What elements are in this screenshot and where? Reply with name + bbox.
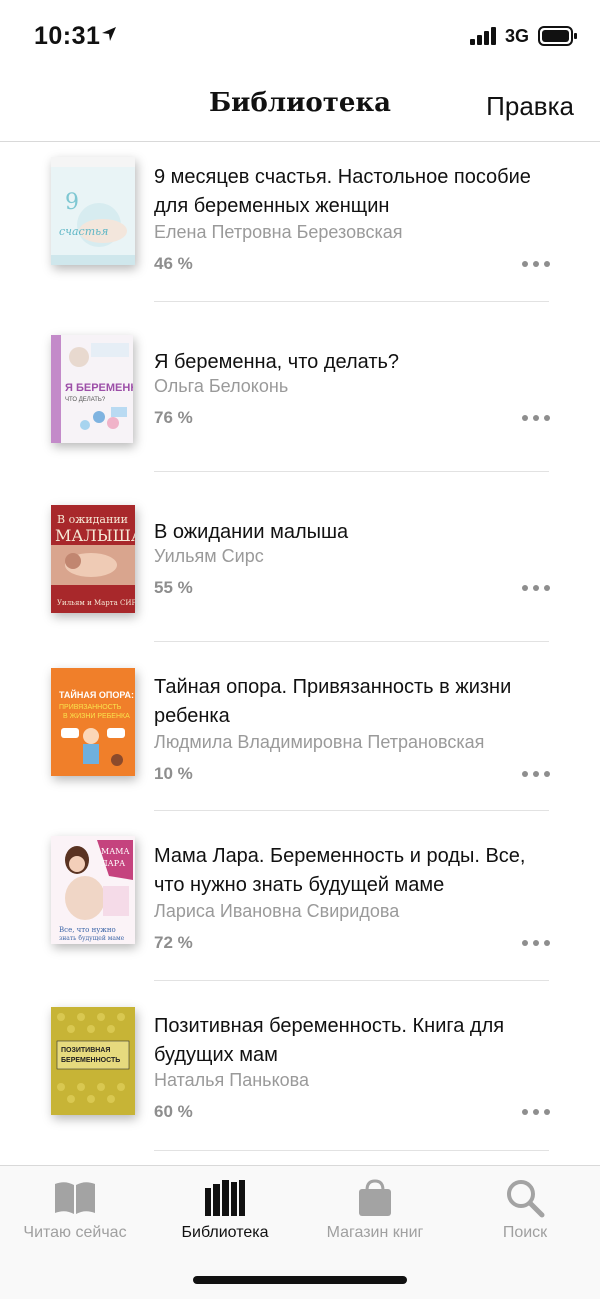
home-indicator[interactable]: [193, 1276, 407, 1284]
book-cover[interactable]: ТАЙНАЯ ОПОРА: ПРИВЯЗАННОСТЬ В ЖИЗНИ РЕБЕ…: [51, 668, 135, 776]
library-icon: [203, 1178, 247, 1223]
status-bar: 10:31 3G: [0, 0, 600, 72]
status-time: 10:31: [34, 22, 101, 50]
edit-button[interactable]: Правка: [486, 91, 574, 122]
divider: [154, 1150, 549, 1151]
svg-text:МАМА: МАМА: [101, 847, 130, 856]
book-progress: 60 %: [154, 1102, 193, 1121]
book-cover[interactable]: 9 счастья: [51, 157, 135, 265]
network-type: 3G: [505, 26, 530, 46]
tab-label: Поиск: [502, 1224, 548, 1241]
book-title: В ожидании малыша: [154, 521, 349, 543]
book-title: Я беременна, что делать?: [154, 351, 400, 373]
book-cover[interactable]: В ожидании МАЛЫША Уильям и Марта СИРС: [51, 505, 135, 613]
svg-text:ПРИВЯЗАННОСТЬ: ПРИВЯЗАННОСТЬ: [59, 704, 122, 711]
svg-text:9: 9: [65, 190, 79, 215]
tab-label: Магазин книг: [326, 1224, 424, 1241]
svg-text:знать будущей маме: знать будущей маме: [59, 935, 125, 942]
svg-text:ЧТО ДЕЛАТЬ?: ЧТО ДЕЛАТЬ?: [65, 397, 106, 403]
svg-text:Все, что нужно: Все, что нужно: [59, 926, 116, 934]
divider: [154, 471, 549, 472]
book-author: Лариса Ивановна Свиридова: [154, 901, 400, 921]
more-options-icon[interactable]: [520, 767, 552, 781]
book-progress: 46 %: [154, 254, 193, 273]
book-author: Ольга Белоконь: [154, 376, 289, 396]
book-author: Уильям Сирс: [154, 546, 264, 566]
tab-library[interactable]: Библиотека: [150, 1166, 300, 1256]
book-item[interactable]: 9 счастья 9 месяцев счастья. Настольное …: [0, 141, 600, 311]
svg-text:ЛАРА: ЛАРА: [101, 859, 125, 868]
tab-label: Читаю сейчас: [23, 1224, 127, 1241]
book-title: 9 месяцев счастья. Настольное пособие дл…: [154, 166, 531, 217]
book-cover[interactable]: МАМА ЛАРА Все, что нужно знать будущей м…: [51, 836, 135, 944]
book-item[interactable]: ТАЙНАЯ ОПОРА: ПРИВЯЗАННОСТЬ В ЖИЗНИ РЕБЕ…: [0, 651, 600, 821]
svg-text:счастья: счастья: [59, 225, 108, 238]
book-item[interactable]: МАМА ЛАРА Все, что нужно знать будущей м…: [0, 820, 600, 990]
divider: [154, 301, 549, 302]
navigation-bar: Библиотека Правка: [0, 72, 600, 142]
book-progress: 10 %: [154, 764, 193, 783]
divider: [154, 810, 549, 811]
open-book-icon: [52, 1178, 98, 1221]
svg-text:МАЛЫША: МАЛЫША: [55, 526, 135, 545]
svg-text:В ожидании: В ожидании: [57, 513, 128, 526]
svg-text:Уильям и Марта СИРС: Уильям и Марта СИРС: [57, 599, 135, 607]
divider: [154, 641, 549, 642]
book-title: Тайная опора. Привязанность в жизни ребе…: [154, 676, 512, 727]
book-item[interactable]: В ожидании МАЛЫША Уильям и Марта СИРС В …: [0, 481, 600, 651]
tab-book-store[interactable]: Магазин книг: [300, 1166, 450, 1256]
tab-label: Библиотека: [181, 1224, 269, 1241]
svg-text:ТАЙНАЯ ОПОРА:: ТАЙНАЯ ОПОРА:: [59, 689, 134, 700]
tab-search[interactable]: Поиск: [450, 1166, 600, 1256]
book-author: Людмила Владимировна Петрановская: [154, 732, 485, 752]
more-options-icon[interactable]: [520, 581, 552, 595]
svg-text:В ЖИЗНИ РЕБЕНКА: В ЖИЗНИ РЕБЕНКА: [63, 713, 130, 720]
book-title: Позитивная беременность. Книга для будущ…: [154, 1015, 505, 1066]
book-progress: 55 %: [154, 578, 193, 597]
more-options-icon[interactable]: [520, 936, 552, 950]
book-progress: 76 %: [154, 408, 193, 427]
book-author: Наталья Панькова: [154, 1070, 310, 1090]
more-options-icon[interactable]: [520, 257, 552, 271]
svg-text:БЕРЕМЕННОСТЬ: БЕРЕМЕННОСТЬ: [61, 1057, 120, 1064]
more-options-icon[interactable]: [520, 411, 552, 425]
more-options-icon[interactable]: [520, 1105, 552, 1119]
book-item[interactable]: ПОЗИТИВНАЯ БЕРЕМЕННОСТЬ Позитивная берем…: [0, 990, 600, 1160]
svg-text:Я БЕРЕМЕННА,: Я БЕРЕМЕННА,: [65, 382, 133, 394]
book-author: Елена Петровна Березовская: [154, 222, 403, 242]
svg-text:ПОЗИТИВНАЯ: ПОЗИТИВНАЯ: [61, 1047, 110, 1054]
book-item[interactable]: Я БЕРЕМЕННА, ЧТО ДЕЛАТЬ? Я беременна, чт…: [0, 311, 600, 481]
shopping-bag-icon: [355, 1178, 395, 1223]
divider: [154, 980, 549, 981]
tab-reading-now[interactable]: Читаю сейчас: [0, 1166, 150, 1256]
book-cover[interactable]: Я БЕРЕМЕННА, ЧТО ДЕЛАТЬ?: [51, 335, 133, 443]
book-cover[interactable]: ПОЗИТИВНАЯ БЕРЕМЕННОСТЬ: [51, 1007, 135, 1115]
book-title: Мама Лара. Беременность и роды. Все, что…: [154, 845, 526, 896]
search-icon: [505, 1178, 545, 1223]
signal-icon: [470, 27, 498, 50]
location-arrow-icon: [100, 25, 118, 48]
battery-icon: [538, 26, 578, 51]
book-progress: 72 %: [154, 933, 193, 952]
